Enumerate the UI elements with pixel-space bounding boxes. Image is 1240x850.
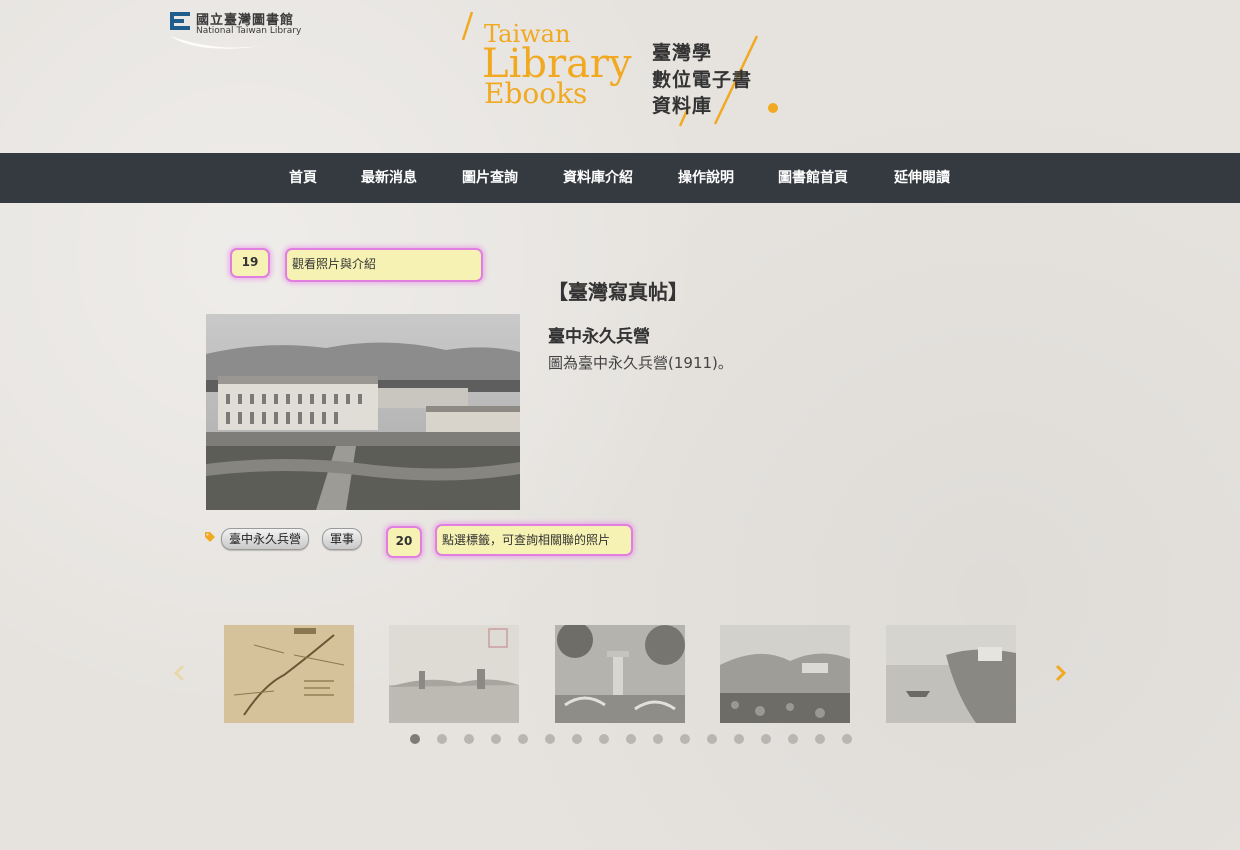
tag-taichung-barracks[interactable]: 臺中永久兵營 bbox=[221, 528, 310, 550]
brand-cn-line2: 數位電子書 bbox=[652, 69, 753, 91]
site-header: 國立臺灣圖書館 National Taiwan Library Taiwan L… bbox=[0, 0, 1240, 153]
annotation-step-19: 19 bbox=[230, 248, 270, 278]
library-name-en: National Taiwan Library bbox=[196, 26, 302, 36]
nav-news[interactable]: 最新消息 bbox=[361, 153, 417, 203]
nav-home[interactable]: 首頁 bbox=[289, 153, 317, 203]
carousel-dot[interactable] bbox=[464, 734, 474, 744]
annotation-note-19: 觀看照片與介紹 bbox=[285, 248, 483, 282]
harbor-thumbnail-image bbox=[886, 625, 1016, 723]
brand-cn-line3: 資料庫 bbox=[652, 95, 713, 117]
carousel-thumbnail[interactable] bbox=[720, 625, 850, 723]
carousel-dot[interactable] bbox=[842, 734, 852, 744]
carousel-dot[interactable] bbox=[410, 734, 420, 744]
carousel-dot[interactable] bbox=[491, 734, 501, 744]
carousel-dot[interactable] bbox=[599, 734, 609, 744]
garden-thumbnail-image bbox=[555, 625, 685, 723]
nav-database-intro[interactable]: 資料庫介紹 bbox=[563, 153, 633, 203]
carousel-next-arrow-icon[interactable] bbox=[1050, 661, 1070, 685]
photo-title: 臺中永久兵營 bbox=[548, 327, 650, 347]
nav-instructions[interactable]: 操作說明 bbox=[678, 153, 734, 203]
collection-title: 【臺灣寫真帖】 bbox=[548, 280, 688, 304]
hillside-village-thumbnail-image bbox=[720, 625, 850, 723]
carousel-dot[interactable] bbox=[761, 734, 771, 744]
carousel-dot[interactable] bbox=[626, 734, 636, 744]
carousel-dot[interactable] bbox=[518, 734, 528, 744]
map-thumbnail-image bbox=[224, 625, 354, 723]
tag-icon bbox=[205, 532, 215, 542]
carousel-pagination bbox=[410, 734, 870, 746]
photo-description: 圖為臺中永久兵營(1911)。 bbox=[548, 354, 733, 372]
nav-library-home[interactable]: 圖書館首頁 bbox=[778, 153, 848, 203]
nav-further-reading[interactable]: 延伸閱讀 bbox=[894, 153, 950, 203]
monument-thumbnail-image bbox=[389, 625, 519, 723]
carousel-thumbnail[interactable] bbox=[886, 625, 1016, 723]
nav-image-search[interactable]: 圖片查詢 bbox=[462, 153, 518, 203]
carousel-dot[interactable] bbox=[707, 734, 717, 744]
annotation-note-20: 點選標籤，可查詢相關聯的照片 bbox=[435, 524, 633, 556]
library-emblem-icon bbox=[170, 12, 190, 30]
brand-en-ebooks: Ebooks bbox=[484, 77, 588, 110]
brand-cn-line1: 臺灣學 bbox=[652, 42, 713, 64]
carousel-dot[interactable] bbox=[788, 734, 798, 744]
carousel-dot[interactable] bbox=[815, 734, 825, 744]
carousel-dot[interactable] bbox=[437, 734, 447, 744]
carousel-dot[interactable] bbox=[572, 734, 582, 744]
main-photo[interactable] bbox=[206, 314, 520, 510]
tag-military[interactable]: 軍事 bbox=[322, 528, 363, 550]
annotation-step-20: 20 bbox=[386, 526, 422, 558]
carousel-thumbnail[interactable] bbox=[389, 625, 519, 723]
carousel-prev-arrow-icon[interactable] bbox=[170, 661, 190, 685]
carousel-thumbnail[interactable] bbox=[224, 625, 354, 723]
carousel-dot[interactable] bbox=[545, 734, 555, 744]
carousel-thumbnail[interactable] bbox=[555, 625, 685, 723]
national-taiwan-library-logo[interactable]: 國立臺灣圖書館 National Taiwan Library bbox=[168, 8, 308, 50]
carousel-dot[interactable] bbox=[734, 734, 744, 744]
taiwan-library-ebooks-logo[interactable]: Taiwan Library Ebooks 臺灣學 數位電子書 資料庫 bbox=[460, 10, 790, 128]
carousel-dot[interactable] bbox=[680, 734, 690, 744]
barracks-photo-image bbox=[206, 314, 520, 510]
carousel-dot[interactable] bbox=[653, 734, 663, 744]
main-nav: 首頁 最新消息 圖片查詢 資料庫介紹 操作說明 圖書館首頁 延伸閱讀 bbox=[0, 153, 1240, 203]
